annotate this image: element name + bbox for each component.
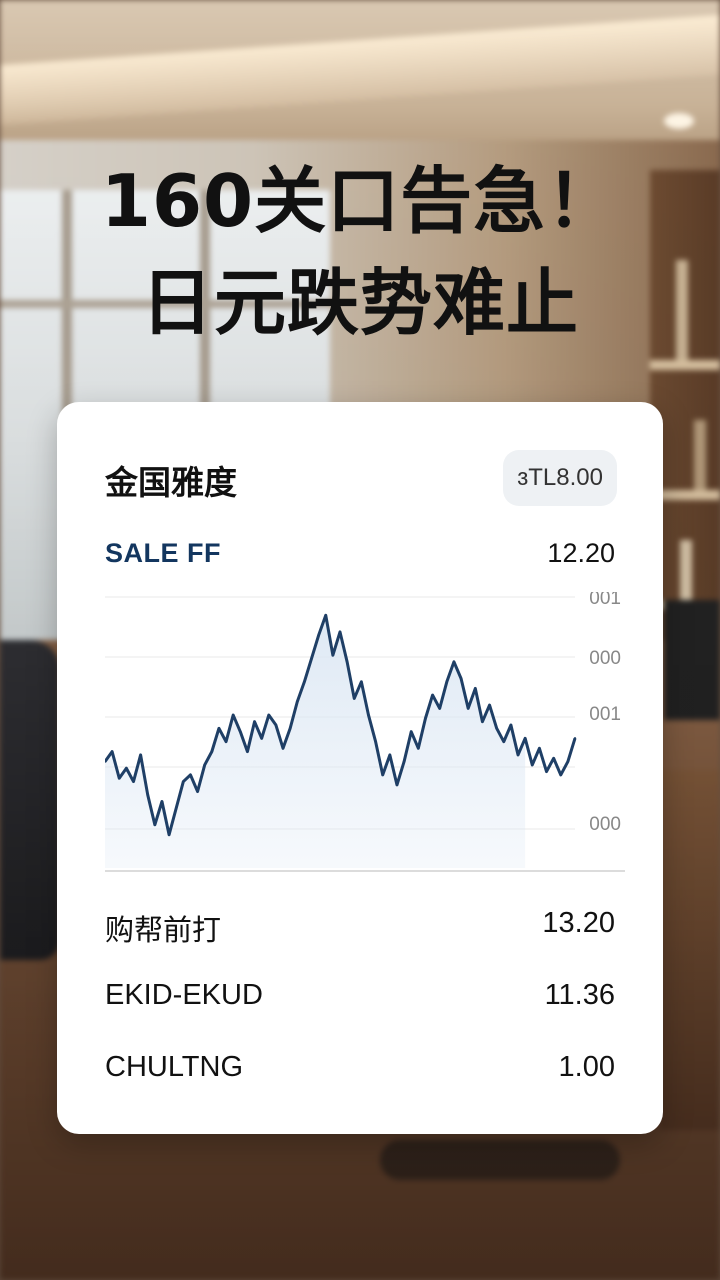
price-pill[interactable]: ɜTL8.00 (503, 450, 617, 506)
y-tick-label: 000 (589, 648, 621, 669)
data-point (274, 723, 278, 727)
data-point (374, 740, 377, 743)
data-point (438, 707, 441, 710)
data-point (466, 707, 470, 710)
data-point (367, 713, 370, 717)
data-point (573, 737, 577, 740)
data-point (160, 800, 164, 803)
data-point (267, 713, 270, 717)
series-label: SALE FF (105, 538, 221, 568)
data-point (559, 773, 562, 777)
rate-list: 购帮前打 13.20 EKID-EKUD 11.36 CHULTNG 1.00 (105, 907, 615, 1123)
data-point (132, 780, 135, 783)
data-point (381, 773, 384, 777)
data-point (231, 713, 235, 717)
data-point (110, 750, 114, 753)
headline-line-1: 160关口告急！ (100, 159, 620, 243)
data-point (317, 634, 320, 637)
data-point (217, 727, 221, 730)
data-point (310, 657, 313, 660)
data-point (417, 747, 420, 750)
data-point (402, 760, 406, 763)
data-point (488, 703, 491, 707)
data-point (331, 654, 335, 657)
data-point (523, 737, 527, 740)
rate-row-label: EKID-EKUD (105, 979, 263, 1011)
rate-row-value: 11.36 (544, 979, 615, 1011)
data-point (388, 753, 392, 757)
data-point (395, 783, 399, 787)
rate-row-label: 购帮前打 (105, 915, 222, 947)
data-point (516, 753, 520, 757)
data-point (246, 750, 249, 753)
data-point (182, 780, 185, 783)
y-tick-label: 000 (589, 814, 621, 835)
data-point (175, 806, 178, 810)
data-point (509, 723, 513, 727)
line-chart: 001 000 001 000 (105, 592, 625, 872)
data-point (260, 737, 263, 740)
rate-row-label: CHULTNG (105, 1051, 244, 1083)
data-point (566, 760, 570, 763)
data-point (410, 730, 413, 733)
rate-card: 金国雅度 ɜTL8.00 SALE FF 12.20 001 000 001 000 … (57, 402, 663, 1134)
data-point (360, 680, 363, 683)
data-point (224, 740, 228, 743)
rate-row[interactable]: EKID-EKUD 11.36 (105, 979, 615, 1051)
data-point (353, 697, 356, 700)
data-point (324, 614, 327, 617)
data-point (338, 630, 342, 634)
data-point (253, 720, 256, 723)
data-point (296, 700, 299, 703)
data-point (545, 770, 548, 773)
data-point (189, 773, 192, 777)
data-point (474, 687, 477, 690)
headline: 160关口告急！ 日元跌势难止 (0, 150, 720, 354)
data-point (125, 767, 128, 770)
data-point (210, 750, 214, 753)
data-point (345, 660, 349, 664)
data-point (167, 833, 171, 836)
data-point (495, 727, 498, 730)
rate-row-value: 13.20 (542, 907, 615, 939)
y-tick-label: 001 (589, 592, 621, 609)
rate-row[interactable]: 购帮前打 13.20 (105, 907, 615, 979)
data-point (424, 717, 427, 720)
data-point (153, 823, 157, 826)
data-point (452, 660, 456, 664)
data-point (196, 790, 199, 793)
data-point (203, 763, 206, 767)
data-point (239, 730, 242, 733)
data-point (552, 757, 555, 760)
data-point (288, 727, 292, 730)
y-tick-label: 001 (589, 704, 621, 725)
data-point (139, 753, 142, 757)
data-point (445, 680, 449, 683)
data-point (146, 793, 149, 797)
data-point (303, 680, 306, 683)
series-value: 12.20 (547, 538, 615, 568)
headline-line-2: 日元跌势难止 (140, 261, 579, 345)
data-point (531, 763, 534, 767)
data-point (481, 720, 484, 723)
data-point (431, 693, 434, 697)
rate-row-value: 1.00 (558, 1051, 615, 1083)
data-point (281, 747, 285, 750)
card-title: 金国雅度 (105, 463, 237, 502)
data-point (118, 777, 121, 780)
data-point (502, 740, 505, 743)
data-point (538, 747, 541, 750)
data-point (459, 677, 463, 680)
rate-row[interactable]: CHULTNG 1.00 (105, 1051, 615, 1123)
